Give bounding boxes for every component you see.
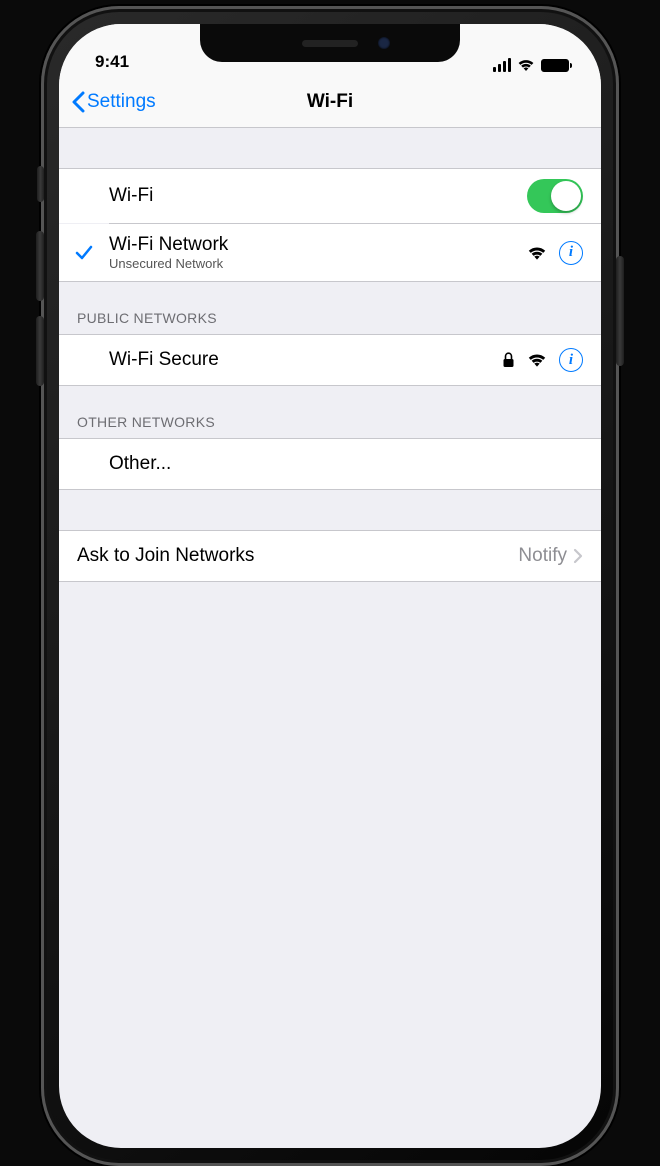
cellular-signal-icon (493, 58, 512, 72)
volume-up-button (36, 231, 44, 301)
content: Wi-Fi Wi-Fi Network Unsecured Network i (59, 128, 601, 582)
ask-to-join-value: Notify (518, 545, 567, 567)
wifi-toggle[interactable] (527, 179, 583, 213)
screen: 9:41 Settings Wi-Fi (59, 24, 601, 1148)
connected-network-name: Wi-Fi Network (109, 234, 527, 256)
volume-down-button (36, 316, 44, 386)
wifi-toggle-row: Wi-Fi (59, 168, 601, 223)
navigation-bar: Settings Wi-Fi (59, 76, 601, 128)
wifi-strength-icon (527, 352, 547, 368)
front-camera (378, 37, 390, 49)
ask-to-join-label: Ask to Join Networks (77, 545, 518, 567)
ask-to-join-row[interactable]: Ask to Join Networks Notify (59, 530, 601, 582)
power-button (616, 256, 624, 366)
battery-icon (541, 59, 569, 72)
checkmark-icon (75, 244, 93, 262)
phone-frame: 9:41 Settings Wi-Fi (41, 6, 619, 1166)
public-network-row[interactable]: Wi-Fi Secure i (59, 334, 601, 386)
status-icons (493, 58, 570, 72)
wifi-strength-icon (527, 245, 547, 261)
mute-switch (37, 166, 44, 202)
network-info-button[interactable]: i (559, 241, 583, 265)
notch (200, 24, 460, 62)
public-network-name: Wi-Fi Secure (109, 349, 502, 371)
lock-icon (502, 352, 515, 368)
speaker (302, 40, 358, 47)
other-network-row[interactable]: Other... (59, 438, 601, 490)
back-button[interactable]: Settings (71, 91, 156, 113)
back-label: Settings (87, 91, 156, 113)
connected-network-subtitle: Unsecured Network (109, 256, 527, 271)
wifi-toggle-label: Wi-Fi (109, 185, 527, 207)
public-networks-header: PUBLIC NETWORKS (59, 282, 601, 334)
network-info-button[interactable]: i (559, 348, 583, 372)
other-network-label: Other... (109, 453, 583, 475)
other-networks-header: OTHER NETWORKS (59, 386, 601, 438)
status-time: 9:41 (95, 52, 129, 72)
chevron-right-icon (573, 548, 583, 564)
chevron-left-icon (71, 91, 85, 113)
connected-network-row[interactable]: Wi-Fi Network Unsecured Network i (59, 224, 601, 282)
wifi-signal-icon (517, 58, 535, 72)
